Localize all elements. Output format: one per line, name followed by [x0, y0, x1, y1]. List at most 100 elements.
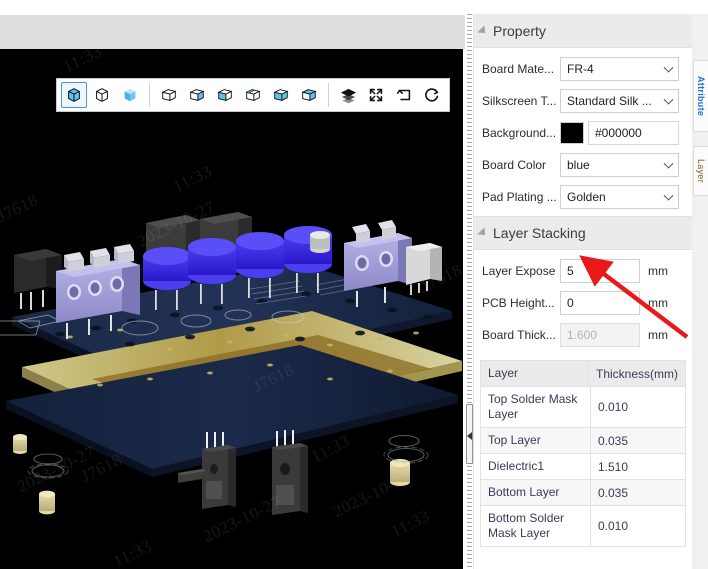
field-control: Standard Silk ... — [560, 88, 679, 113]
pad-plating-select[interactable]: Golden — [560, 184, 679, 209]
pcb-3d-render — [0, 212, 462, 515]
flip-icon — [396, 89, 411, 101]
board-color-select[interactable]: blue — [560, 152, 679, 177]
panel-content: Property Board Mate... FR-4 Silkscreen T… — [473, 14, 692, 569]
cell-layer: Bottom Layer — [481, 480, 591, 505]
silkscreen-type-select[interactable]: Standard Silk ... — [560, 88, 679, 113]
pcb-3d-viewport[interactable]: J7618 2023-10-27 11:33 J7618 2023-10-27 … — [0, 49, 463, 569]
viewport-toolbar — [56, 78, 450, 112]
cube-face-front-icon — [161, 89, 177, 102]
cube-face-left-icon — [217, 89, 233, 102]
tab-label: Layer — [696, 158, 706, 183]
view-mode-3d-button[interactable] — [61, 82, 87, 108]
cube-wireframe-icon — [96, 88, 108, 102]
view-left-button[interactable] — [212, 82, 238, 108]
input-value: 0 — [567, 295, 574, 310]
cell-layer: Dielectric1 — [481, 454, 591, 479]
cell-thickness: 0.035 — [598, 433, 629, 448]
window-top-strip — [0, 0, 465, 15]
input-value: 1.600 — [567, 327, 598, 342]
table-row[interactable]: Bottom Layer 0.035 — [481, 480, 685, 506]
cell-thickness: 1.510 — [598, 459, 629, 474]
view-top-button[interactable] — [268, 82, 294, 108]
tab-layer[interactable]: Layer — [693, 146, 708, 196]
table-row[interactable]: Dielectric1 1.510 — [481, 454, 685, 480]
unit-label: mm — [648, 263, 668, 278]
pcb-3d-scene: J7618 2023-10-27 11:33 J7618 2023-10-27 … — [0, 49, 463, 569]
view-bottom-button[interactable] — [296, 82, 322, 108]
field-label: PCB Height... — [482, 295, 555, 310]
board-material-select[interactable]: FR-4 — [560, 56, 679, 81]
splitter-arrow-icon — [467, 432, 472, 440]
panel-splitter-handle[interactable] — [466, 404, 473, 464]
background-color-hex-input[interactable]: #000000 — [588, 120, 679, 145]
field-label: Board Color — [482, 157, 547, 172]
field-control: Golden — [560, 184, 679, 209]
toolbar-separator — [149, 83, 150, 107]
view-mode-outline-button[interactable] — [89, 82, 115, 108]
tab-label: Attribute — [696, 75, 706, 117]
layer-stacking-fields: Layer Expose 5 mm PCB Height... 0 mm Boa… — [474, 250, 692, 354]
select-value: blue — [567, 157, 590, 172]
property-section-title: Property — [493, 22, 546, 39]
cell-layer: Top Layer — [481, 428, 591, 453]
app-root: J7618 2023-10-27 11:33 J7618 2023-10-27 … — [0, 0, 708, 569]
property-section-header[interactable]: Property — [474, 14, 692, 48]
field-pcb-height: PCB Height... 0 mm — [474, 289, 692, 316]
chevron-down-icon — [663, 94, 674, 105]
field-label: Board Thick... — [482, 327, 556, 342]
chevron-down-icon — [663, 158, 674, 169]
field-label: Layer Expose — [482, 263, 556, 278]
layer-explode-button[interactable] — [335, 82, 361, 108]
chevron-down-icon — [663, 190, 674, 201]
layer-stacking-section-header[interactable]: Layer Stacking — [474, 216, 692, 250]
view-front-button[interactable] — [156, 82, 182, 108]
view-right-button[interactable] — [240, 82, 266, 108]
cube-filled-icon — [124, 88, 136, 102]
cell-thickness: 0.010 — [598, 519, 629, 533]
toolbar-separator — [328, 83, 329, 107]
field-board-color: Board Color blue — [474, 151, 692, 178]
viewport-toolbar-strip — [0, 15, 465, 49]
view-mode-solid-button[interactable] — [117, 82, 143, 108]
collapse-caret-icon — [477, 24, 489, 37]
chevron-down-icon — [663, 62, 674, 73]
unit-label: mm — [648, 327, 668, 342]
field-board-material: Board Mate... FR-4 — [474, 55, 692, 82]
field-control: FR-4 — [560, 56, 679, 81]
reset-view-button[interactable] — [419, 82, 445, 108]
select-value: FR-4 — [567, 61, 594, 76]
view-back-button[interactable] — [184, 82, 210, 108]
fit-to-screen-button[interactable] — [363, 82, 389, 108]
pcb-height-input[interactable]: 0 — [560, 290, 640, 315]
property-fields: Board Mate... FR-4 Silkscreen T... Stand… — [474, 48, 692, 216]
tab-attribute[interactable]: Attribute — [693, 60, 708, 132]
cell-layer: Bottom Solder Mask Layer — [481, 506, 591, 546]
background-color-swatch[interactable] — [560, 121, 584, 144]
collapse-caret-icon — [477, 227, 489, 239]
flip-board-button[interactable] — [391, 82, 417, 108]
table-row[interactable]: Top Layer 0.035 — [481, 428, 685, 454]
field-control: blue — [560, 152, 679, 177]
field-layer-expose: Layer Expose 5 mm — [474, 257, 692, 284]
viewport-container: J7618 2023-10-27 11:33 J7618 2023-10-27 … — [0, 0, 465, 569]
cube-face-bottom-icon — [301, 89, 317, 102]
cube-face-top-icon — [273, 89, 289, 102]
input-value: 5 — [567, 263, 574, 278]
unit-label: mm — [648, 295, 668, 310]
cube-face-right-icon — [245, 89, 261, 102]
cell-thickness: 0.010 — [598, 400, 629, 414]
table-row[interactable]: Bottom Solder Mask Layer 0.010 — [481, 506, 685, 547]
side-tab-strip: Attribute Layer — [692, 14, 708, 569]
table-row[interactable]: Top Solder Mask Layer 0.010 — [481, 387, 685, 428]
cube-solid-blue-icon — [68, 88, 80, 102]
layers-icon — [340, 88, 356, 103]
layer-expose-input[interactable]: 5 — [560, 258, 640, 283]
field-label: Background... — [482, 125, 557, 140]
field-background-color: Background... #000000 — [474, 119, 692, 146]
field-label: Pad Plating ... — [482, 189, 557, 204]
panel-drag-rail[interactable] — [467, 14, 472, 569]
field-pad-plating: Pad Plating ... Golden — [474, 183, 692, 210]
select-value: Golden — [567, 189, 606, 204]
field-control: #000000 — [560, 120, 679, 145]
